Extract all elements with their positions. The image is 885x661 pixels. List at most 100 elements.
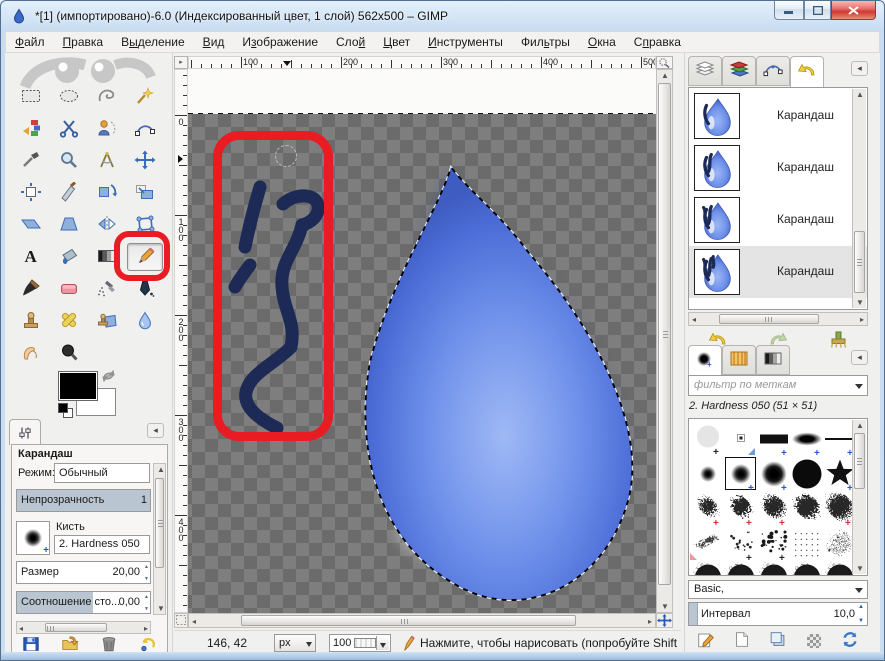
tab-undo-history[interactable] (790, 56, 824, 88)
menu-select[interactable]: Выделение (112, 32, 194, 52)
tool-cage-transform[interactable] (127, 211, 163, 239)
tool-paths[interactable] (127, 115, 163, 143)
brush-sponge-3[interactable] (757, 561, 790, 576)
brush-preview[interactable]: + (16, 521, 50, 555)
selection-bounds-icon[interactable] (174, 613, 188, 628)
tool-crop[interactable] (51, 179, 87, 207)
tool-clone[interactable] (13, 307, 49, 335)
zoom-follow-window-button[interactable] (656, 56, 673, 69)
spacing-slider[interactable]: Интервал 10,0 ▲▼ (688, 602, 868, 626)
minimize-button[interactable] (774, 1, 804, 20)
brush-splatter-sparse[interactable]: + (724, 526, 757, 561)
size-slider[interactable]: Размер 20,00 ▲▼ (16, 561, 151, 584)
mode-select[interactable]: Обычный (54, 463, 150, 483)
unit-dropdown[interactable]: px (274, 634, 316, 652)
pan-navigation-icon[interactable] (656, 613, 673, 628)
maximize-button[interactable] (804, 1, 831, 20)
brush-block[interactable]: + (757, 421, 790, 456)
tool-airbrush[interactable] (89, 275, 125, 303)
menu-tools[interactable]: Инструменты (419, 32, 512, 52)
menu-windows[interactable]: Окна (579, 32, 625, 52)
brush-chalk-stroke[interactable] (691, 526, 724, 561)
tool-zoom[interactable] (51, 147, 87, 175)
menu-filters[interactable]: Фильтры (512, 32, 579, 52)
brushes-menu-button[interactable]: ◂ (851, 350, 868, 365)
menu-view[interactable]: Вид (194, 32, 234, 52)
tool-options-vscrollbar[interactable]: ▲ ▼ (153, 463, 166, 615)
delete-brush-button[interactable] (803, 631, 825, 651)
tool-perspective[interactable] (51, 211, 87, 239)
tool-shear[interactable] (13, 211, 49, 239)
zoom-dropdown-button[interactable] (376, 636, 389, 650)
menu-edit[interactable]: Правка (54, 32, 113, 52)
canvas-vscrollbar[interactable]: ▲ ▼ (656, 69, 673, 613)
tool-scissors-select[interactable] (51, 115, 87, 143)
tab-tool-options[interactable] (9, 419, 41, 445)
brush-filter-input[interactable]: фильтр по меткам (688, 375, 868, 396)
horizontal-ruler[interactable]: 100200300400500 (188, 56, 656, 69)
tool-flip[interactable] (89, 211, 125, 239)
brush-charcoal-3[interactable]: + (757, 491, 790, 526)
menu-file[interactable]: Файл (6, 32, 54, 52)
tool-options-menu-button[interactable]: ◂ (147, 423, 164, 438)
zoom-control[interactable]: 100 (329, 634, 391, 652)
menu-colors[interactable]: Цвет (374, 32, 419, 52)
vertical-ruler[interactable]: 0100200300400 (174, 69, 188, 613)
tab-gradients[interactable] (756, 345, 790, 375)
size-spinner[interactable]: ▲▼ (144, 564, 151, 582)
tool-scale[interactable] (127, 179, 163, 207)
tool-select-by-color[interactable] (13, 115, 49, 143)
aspect-spinner[interactable]: ▲▼ (144, 594, 151, 612)
default-colors-icon[interactable] (58, 403, 76, 419)
dock-menu-button[interactable]: ◂ (851, 61, 868, 76)
tab-channels[interactable] (722, 56, 756, 86)
canvas-viewport[interactable] (188, 69, 656, 613)
brush-soft-large[interactable]: + (757, 456, 790, 491)
opacity-slider[interactable]: Непрозрачность 1 (16, 489, 151, 512)
brush-sponge-2[interactable] (724, 561, 757, 576)
tool-ink[interactable] (127, 275, 163, 303)
tool-color-picker[interactable] (13, 147, 49, 175)
tool-eraser[interactable] (51, 275, 87, 303)
close-button[interactable] (831, 1, 876, 20)
tool-ellipse-select[interactable] (51, 83, 87, 111)
tool-perspective-clone[interactable] (89, 307, 125, 335)
history-item-4[interactable]: Карандаш (689, 246, 867, 298)
canvas-hscrollbar[interactable]: ◂ ▸ (188, 613, 656, 628)
brush-grid-vscrollbar[interactable]: ▲ ▼ (852, 420, 866, 574)
swap-colors-icon[interactable] (102, 369, 118, 385)
menu-help[interactable]: Справка (625, 32, 690, 52)
tool-foreground-select[interactable] (89, 115, 125, 143)
history-vscrollbar[interactable]: ▲ ▼ (852, 89, 866, 308)
tool-dodge-burn[interactable] (51, 339, 87, 367)
history-item-2[interactable]: Карандаш (689, 142, 867, 194)
tool-measure[interactable] (89, 147, 125, 175)
tab-brushes[interactable]: + (688, 345, 722, 377)
brush-speckle-faint[interactable]: + (691, 421, 724, 456)
aspect-ratio-slider[interactable]: Соотношение сто... 0,00 ▲▼ (16, 591, 151, 614)
tool-bucket-fill[interactable] (51, 243, 87, 271)
tool-free-select[interactable] (89, 83, 125, 111)
tool-options-hscrollbar[interactable]: ◂ ▸ (16, 621, 151, 634)
foreground-color-swatch[interactable] (58, 371, 98, 401)
tool-heal[interactable] (51, 307, 87, 335)
history-item-1[interactable]: Карандаш (689, 90, 867, 142)
brush-solid-circle[interactable] (790, 456, 823, 491)
tool-rect-select[interactable] (13, 83, 49, 111)
brush-soft-ellipse[interactable]: + (790, 421, 823, 456)
tool-text[interactable]: A (13, 243, 49, 271)
edit-brush-button[interactable] (695, 631, 717, 651)
tool-pencil[interactable] (127, 243, 163, 271)
brush-splatter-mid[interactable]: + (757, 526, 790, 561)
history-item-3[interactable]: Карандаш (689, 194, 867, 246)
brush-charcoal-4[interactable] (790, 491, 823, 526)
tool-move[interactable] (127, 147, 163, 175)
ruler-corner-menu-button[interactable]: ▸ (174, 56, 188, 69)
tab-paths[interactable] (756, 56, 790, 86)
brush-charcoal-2[interactable]: + (724, 491, 757, 526)
brush-sponge-1[interactable] (691, 561, 724, 576)
brush-sponge-4[interactable] (790, 561, 823, 576)
brush-category-dropdown[interactable]: Basic, (688, 580, 868, 599)
tool-gradient[interactable] (89, 243, 125, 271)
brush-dots-grid[interactable] (790, 526, 823, 561)
